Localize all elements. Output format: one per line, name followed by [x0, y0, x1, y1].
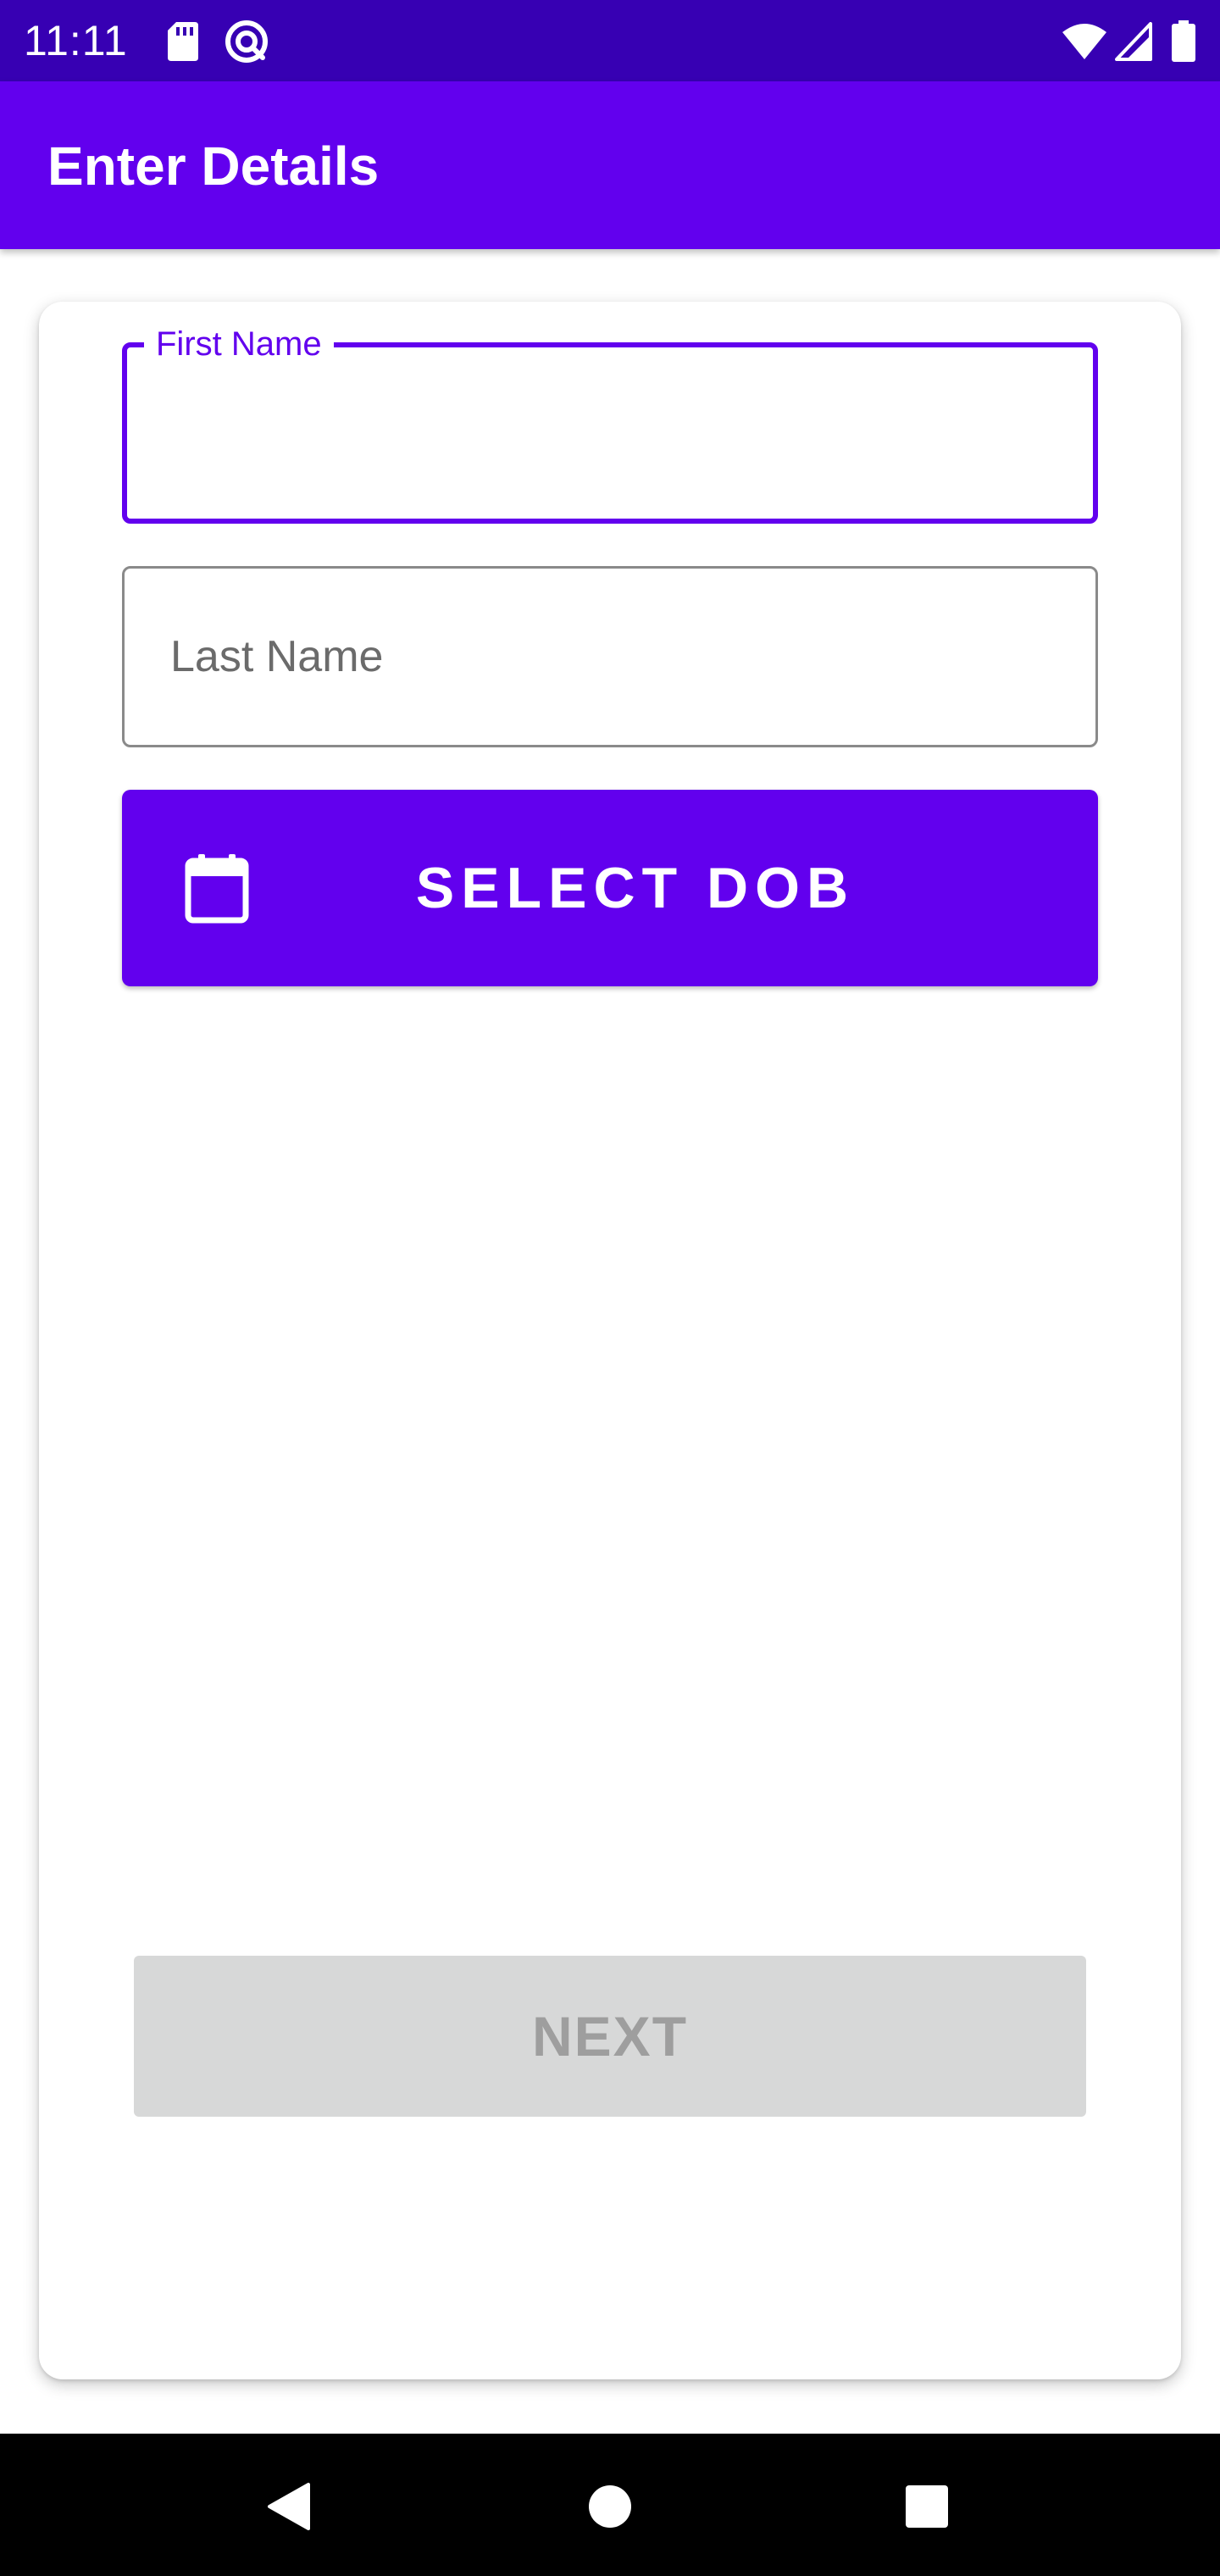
first-name-label: First Name [144, 324, 334, 364]
sync-icon [225, 20, 268, 63]
home-icon[interactable] [588, 2484, 632, 2529]
recents-icon[interactable] [905, 2484, 949, 2529]
app-bar: Enter Details [0, 81, 1220, 249]
select-dob-button[interactable]: SELECT DOB [122, 790, 1098, 986]
first-name-field[interactable]: First Name [122, 324, 1098, 524]
last-name-placeholder: Last Name [170, 632, 384, 681]
last-name-field[interactable]: Last Name [122, 566, 1098, 747]
back-icon[interactable] [264, 2481, 312, 2532]
navigation-bar [0, 2434, 1220, 2576]
status-time: 11:11 [24, 17, 128, 64]
sd-card-icon [168, 22, 198, 61]
next-button[interactable]: NEXT [134, 1956, 1086, 2117]
cell-signal-icon [1115, 22, 1152, 61]
page-title: Enter Details [47, 136, 380, 197]
status-bar: 11:11 [0, 0, 1220, 81]
select-dob-label: SELECT DOB [415, 856, 856, 920]
battery-icon [1172, 20, 1195, 62]
wifi-icon [1062, 24, 1106, 59]
